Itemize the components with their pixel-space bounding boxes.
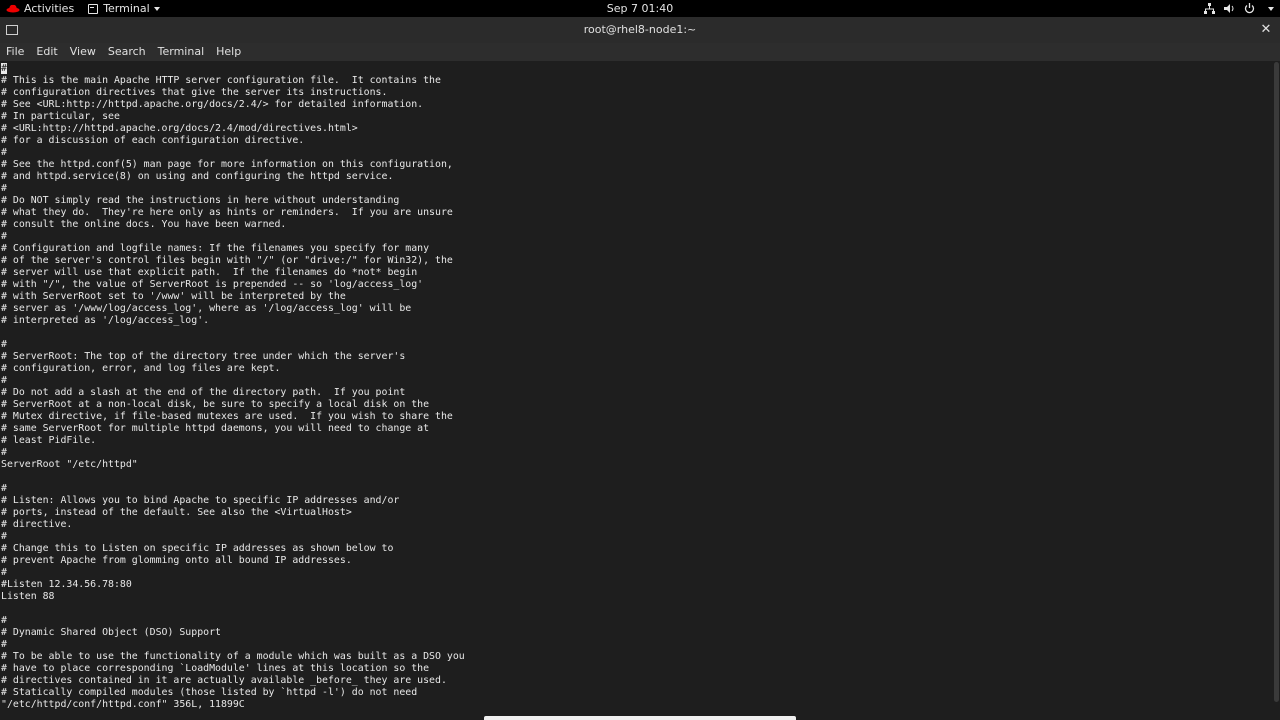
terminal-line: # Statically compiled modules (those lis… [1, 687, 418, 698]
terminal-line: # [1, 531, 7, 542]
terminal-line: # [1, 447, 7, 458]
terminal-line: # See the httpd.conf(5) man page for mor… [1, 159, 453, 170]
top-bar: Activities Terminal Sep 7 01:40 [0, 0, 1280, 17]
terminal-line: # consult the online docs. You have been… [1, 219, 287, 230]
menu-view[interactable]: View [64, 43, 102, 61]
close-icon[interactable]: ✕ [1260, 22, 1272, 38]
terminal-line: # Do NOT simply read the instructions in… [1, 195, 400, 206]
menu-file[interactable]: File [0, 43, 30, 61]
chevron-down-icon [1268, 6, 1274, 11]
menu-bar: File Edit View Search Terminal Help [0, 43, 1280, 61]
terminal-line: # [1, 639, 7, 650]
terminal-line: # In particular, see [1, 111, 120, 122]
menu-terminal[interactable]: Terminal [152, 43, 211, 61]
terminal-line: # [1, 567, 7, 578]
volume-icon [1224, 3, 1235, 14]
terminal-line: # [1, 375, 7, 386]
terminal-line: # have to place corresponding `LoadModul… [1, 663, 430, 674]
vim-buffer: # # This is the main Apache HTTP server c… [1, 63, 465, 711]
terminal-line: # and httpd.service(8) on using and conf… [1, 171, 394, 182]
terminal-line: # Configuration and logfile names: If th… [1, 243, 430, 254]
terminal-line: # directive. [1, 519, 73, 530]
network-icon [1204, 3, 1215, 14]
terminal-line: # server as '/www/log/access_log', where… [1, 303, 412, 314]
terminal-line: # [1, 183, 7, 194]
terminal-line: # [1, 615, 7, 626]
terminal-line: # of the server's control files begin wi… [1, 255, 453, 266]
terminal-line: # ports, instead of the default. See als… [1, 507, 352, 518]
terminal-line: # directives contained in it are actuall… [1, 675, 447, 686]
terminal-line: # interpreted as '/log/access_log'. [1, 315, 210, 326]
terminal-line: # [1, 63, 465, 75]
terminal-line: # prevent Apache from glomming onto all … [1, 555, 352, 566]
terminal-line: # configuration, error, and log files ar… [1, 363, 281, 374]
terminal-line: # configuration directives that give the… [1, 87, 388, 98]
terminal-line: # [1, 339, 7, 350]
terminal-line: # [1, 147, 7, 158]
terminal-line: # ServerRoot at a non-local disk, be sur… [1, 399, 430, 410]
terminal-line: # ServerRoot: The top of the directory t… [1, 351, 406, 362]
terminal-line: # To be able to use the functionality of… [1, 651, 465, 662]
clock[interactable]: Sep 7 01:40 [0, 0, 1280, 17]
terminal-line: # what they do. They're here only as hin… [1, 207, 453, 218]
terminal-line: # See <URL:http://httpd.apache.org/docs/… [1, 99, 424, 110]
terminal-line: # This is the main Apache HTTP server co… [1, 75, 441, 86]
system-status-menu[interactable] [1204, 0, 1274, 17]
terminal-line: #Listen 12.34.56.78:80 [1, 579, 132, 590]
terminal-line: # same ServerRoot for multiple httpd dae… [1, 423, 430, 434]
terminal-line: ServerRoot "/etc/httpd" [1, 459, 138, 470]
terminal-line: # with "/", the value of ServerRoot is p… [1, 279, 424, 290]
terminal-line: # [1, 231, 7, 242]
terminal-line: # Do not add a slash at the end of the d… [1, 387, 406, 398]
terminal-line: # server will use that explicit path. If… [1, 267, 418, 278]
window-title: root@rhel8-node1:~ [583, 23, 697, 36]
terminal-line: Listen 88 [1, 591, 55, 602]
terminal-line: "/etc/httpd/conf/httpd.conf" 356L, 11899… [1, 699, 245, 710]
scrollbar-thumb[interactable] [1274, 62, 1279, 702]
menu-edit[interactable]: Edit [30, 43, 63, 61]
terminal-line: # Dynamic Shared Object (DSO) Support [1, 627, 221, 638]
terminal-text-area[interactable]: # # This is the main Apache HTTP server c… [0, 61, 1272, 720]
terminal-line: # for a discussion of each configuration… [1, 135, 305, 146]
terminal-line: # Listen: Allows you to bind Apache to s… [1, 495, 400, 506]
terminal-line: # Mutex directive, if file-based mutexes… [1, 411, 453, 422]
terminal-line: # <URL:http://httpd.apache.org/docs/2.4/… [1, 123, 358, 134]
notification-edge [484, 716, 796, 720]
window-titlebar[interactable]: root@rhel8-node1:~ ✕ [0, 17, 1280, 43]
terminal-line: # Change this to Listen on specific IP a… [1, 543, 394, 554]
text-cursor: # [1, 63, 7, 74]
power-icon [1244, 3, 1255, 14]
terminal-line: # least PidFile. [1, 435, 97, 446]
terminal-line: # [1, 483, 7, 494]
menu-help[interactable]: Help [210, 43, 247, 61]
menu-search[interactable]: Search [102, 43, 152, 61]
terminal-line: # with ServerRoot set to '/www' will be … [1, 291, 346, 302]
